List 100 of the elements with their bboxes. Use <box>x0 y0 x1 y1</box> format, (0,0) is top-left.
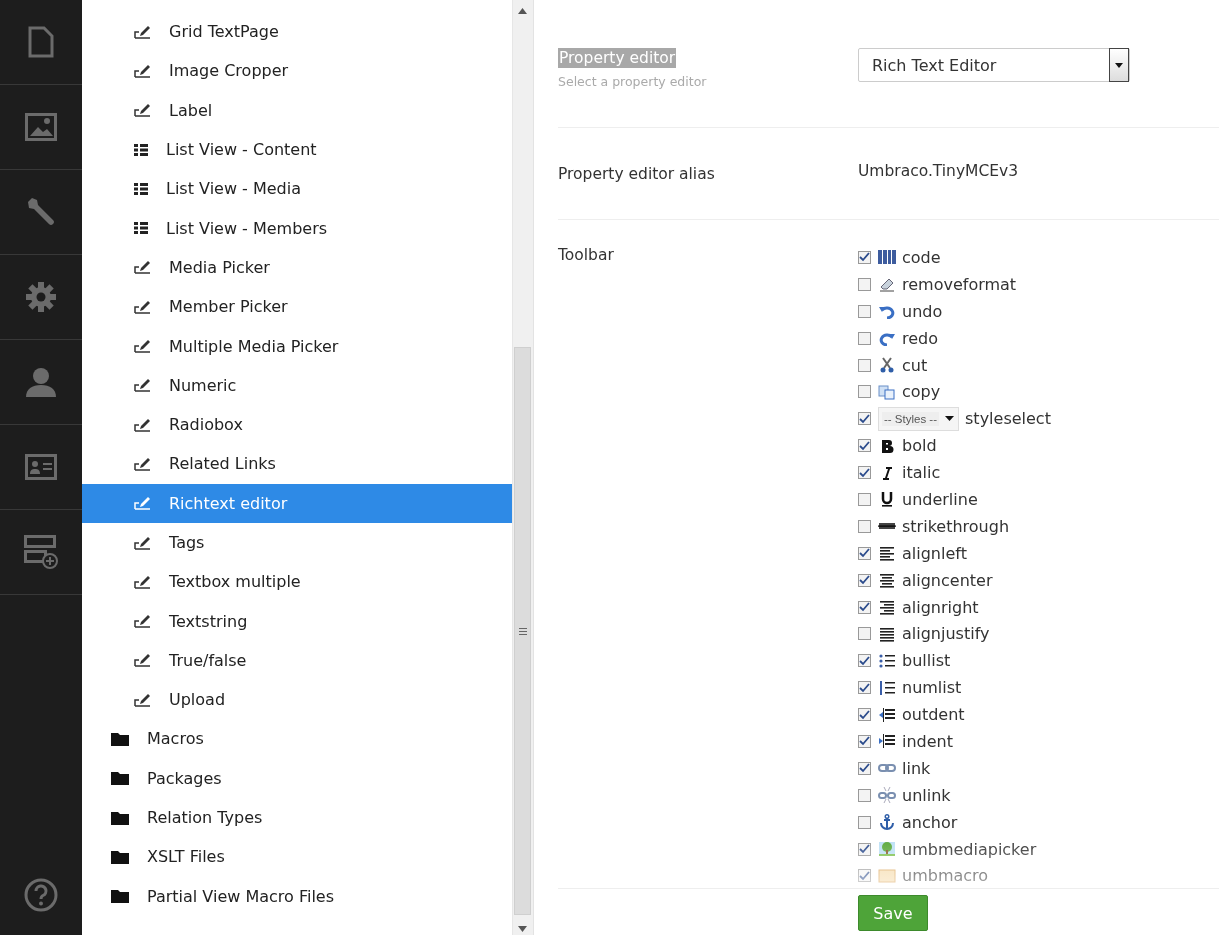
tree-item[interactable]: List View - Content <box>82 129 512 170</box>
align-center-icon <box>878 572 896 589</box>
checkbox[interactable] <box>858 304 871 318</box>
checkbox[interactable] <box>858 842 871 856</box>
list-icon <box>134 222 148 235</box>
checkbox[interactable] <box>858 654 871 668</box>
checkbox[interactable] <box>858 492 871 506</box>
align-justify-icon <box>878 625 896 642</box>
indent-icon <box>878 733 896 750</box>
checkbox[interactable] <box>858 627 871 641</box>
property-editor-description: Select a property editor <box>558 74 708 89</box>
toolbar-option-label: code <box>902 247 941 267</box>
copy-icon <box>878 383 896 400</box>
tree-item[interactable]: Tags <box>82 522 512 563</box>
checkbox[interactable] <box>858 412 871 426</box>
checkbox[interactable] <box>858 869 871 883</box>
align-left-icon <box>878 545 896 562</box>
checkbox[interactable] <box>858 761 871 775</box>
help-icon[interactable] <box>24 878 58 912</box>
wrench-icon[interactable] <box>25 196 57 228</box>
caret-icon <box>945 416 955 422</box>
tree-item[interactable]: Packages <box>82 758 512 798</box>
tree-item[interactable]: Partial View Macro Files <box>82 876 512 916</box>
id-card-icon[interactable] <box>25 454 57 480</box>
layout-add-icon[interactable] <box>24 535 58 569</box>
tree-item[interactable]: XSLT Files <box>82 837 512 877</box>
checkbox[interactable] <box>858 815 871 829</box>
tree-item[interactable]: List View - Media <box>82 169 512 209</box>
folder-icon <box>111 889 129 904</box>
tree-item[interactable]: Numeric <box>82 365 512 405</box>
tree-item[interactable]: Upload <box>82 680 512 720</box>
tree-item[interactable]: Member Picker <box>82 287 512 327</box>
pencil-icon <box>134 378 151 393</box>
tree-item[interactable]: Textstring <box>82 601 512 641</box>
scroll-up-icon[interactable] <box>518 8 527 14</box>
checkbox[interactable] <box>858 385 871 399</box>
tree-item[interactable]: Macros <box>82 719 512 759</box>
toolbar-option-label: underline <box>902 489 978 509</box>
caret-icon <box>1115 62 1123 68</box>
folder-icon <box>111 771 129 786</box>
tree-item[interactable]: Label <box>82 90 512 130</box>
tree-item[interactable]: Media Picker <box>82 247 512 288</box>
property-editor-select[interactable]: Rich Text Editor <box>858 48 1130 82</box>
toolbar-option-label: umbmacro <box>902 866 989 886</box>
tree-picture-icon <box>878 841 896 858</box>
tree-item[interactable]: True/false <box>82 640 512 681</box>
styles-dropdown[interactable]: -- Styles -- <box>878 406 960 431</box>
toolbar-option-label: alignright <box>902 597 979 617</box>
scrollbar-thumb[interactable] <box>514 347 531 915</box>
folder-icon <box>111 732 129 746</box>
toolbar-option-label: anchor <box>902 812 958 832</box>
tree-item[interactable]: Related Links <box>82 444 512 484</box>
checkbox[interactable] <box>858 519 871 533</box>
tree-item[interactable]: Richtext editor <box>82 483 512 523</box>
tree-item[interactable]: Grid TextPage <box>82 12 512 52</box>
document-icon[interactable] <box>28 26 54 58</box>
pencil-icon <box>134 496 151 511</box>
tree-item[interactable]: List View - Members <box>82 208 512 248</box>
checkbox[interactable] <box>858 439 871 453</box>
checkbox[interactable] <box>858 358 871 372</box>
list-icon <box>134 143 148 156</box>
pencil-icon <box>134 692 151 707</box>
checkbox[interactable] <box>858 681 871 695</box>
pencil-icon <box>134 103 151 118</box>
checkbox[interactable] <box>858 573 871 587</box>
tree-item[interactable]: Image Cropper <box>82 51 512 91</box>
checkbox[interactable] <box>858 734 871 748</box>
checkbox[interactable] <box>858 788 871 802</box>
pencil-icon <box>134 535 151 550</box>
checkbox[interactable] <box>858 546 871 560</box>
checkbox[interactable] <box>858 466 871 480</box>
toolbar-option-label: alignjustify <box>902 624 990 644</box>
pencil-icon <box>134 614 151 629</box>
toolbar-option-label: numlist <box>902 678 962 698</box>
user-icon[interactable] <box>25 366 57 398</box>
settings-icon[interactable] <box>25 281 57 313</box>
checkbox[interactable] <box>858 250 871 264</box>
checkbox[interactable] <box>858 331 871 345</box>
scrollbar[interactable] <box>512 0 533 935</box>
toolbar-option-label: cut <box>902 355 928 375</box>
toolbar-option-label: unlink <box>902 785 951 805</box>
bullet-list-icon <box>878 652 896 669</box>
checkbox[interactable] <box>858 277 871 291</box>
toolbar-option-label: strikethrough <box>902 516 1010 536</box>
scissors-icon <box>878 357 896 373</box>
unlink-icon <box>878 787 896 804</box>
scroll-down-icon[interactable] <box>518 926 527 932</box>
toolbar-option-label: umbmediapicker <box>902 839 1037 859</box>
toolbar-option-label: bullist <box>902 651 951 671</box>
checkbox[interactable] <box>858 708 871 722</box>
toolbar-option-label: bold <box>902 436 937 456</box>
pencil-icon <box>134 456 151 471</box>
tree-item[interactable]: Radiobox <box>82 404 512 445</box>
checkbox[interactable] <box>858 600 871 614</box>
pencil-icon <box>134 417 151 432</box>
image-icon[interactable] <box>25 113 57 141</box>
pencil-icon <box>134 63 151 78</box>
tree-item[interactable]: Relation Types <box>82 797 512 838</box>
tree-item[interactable]: Multiple Media Picker <box>82 326 512 366</box>
tree-item[interactable]: Textbox multiple <box>82 562 512 602</box>
